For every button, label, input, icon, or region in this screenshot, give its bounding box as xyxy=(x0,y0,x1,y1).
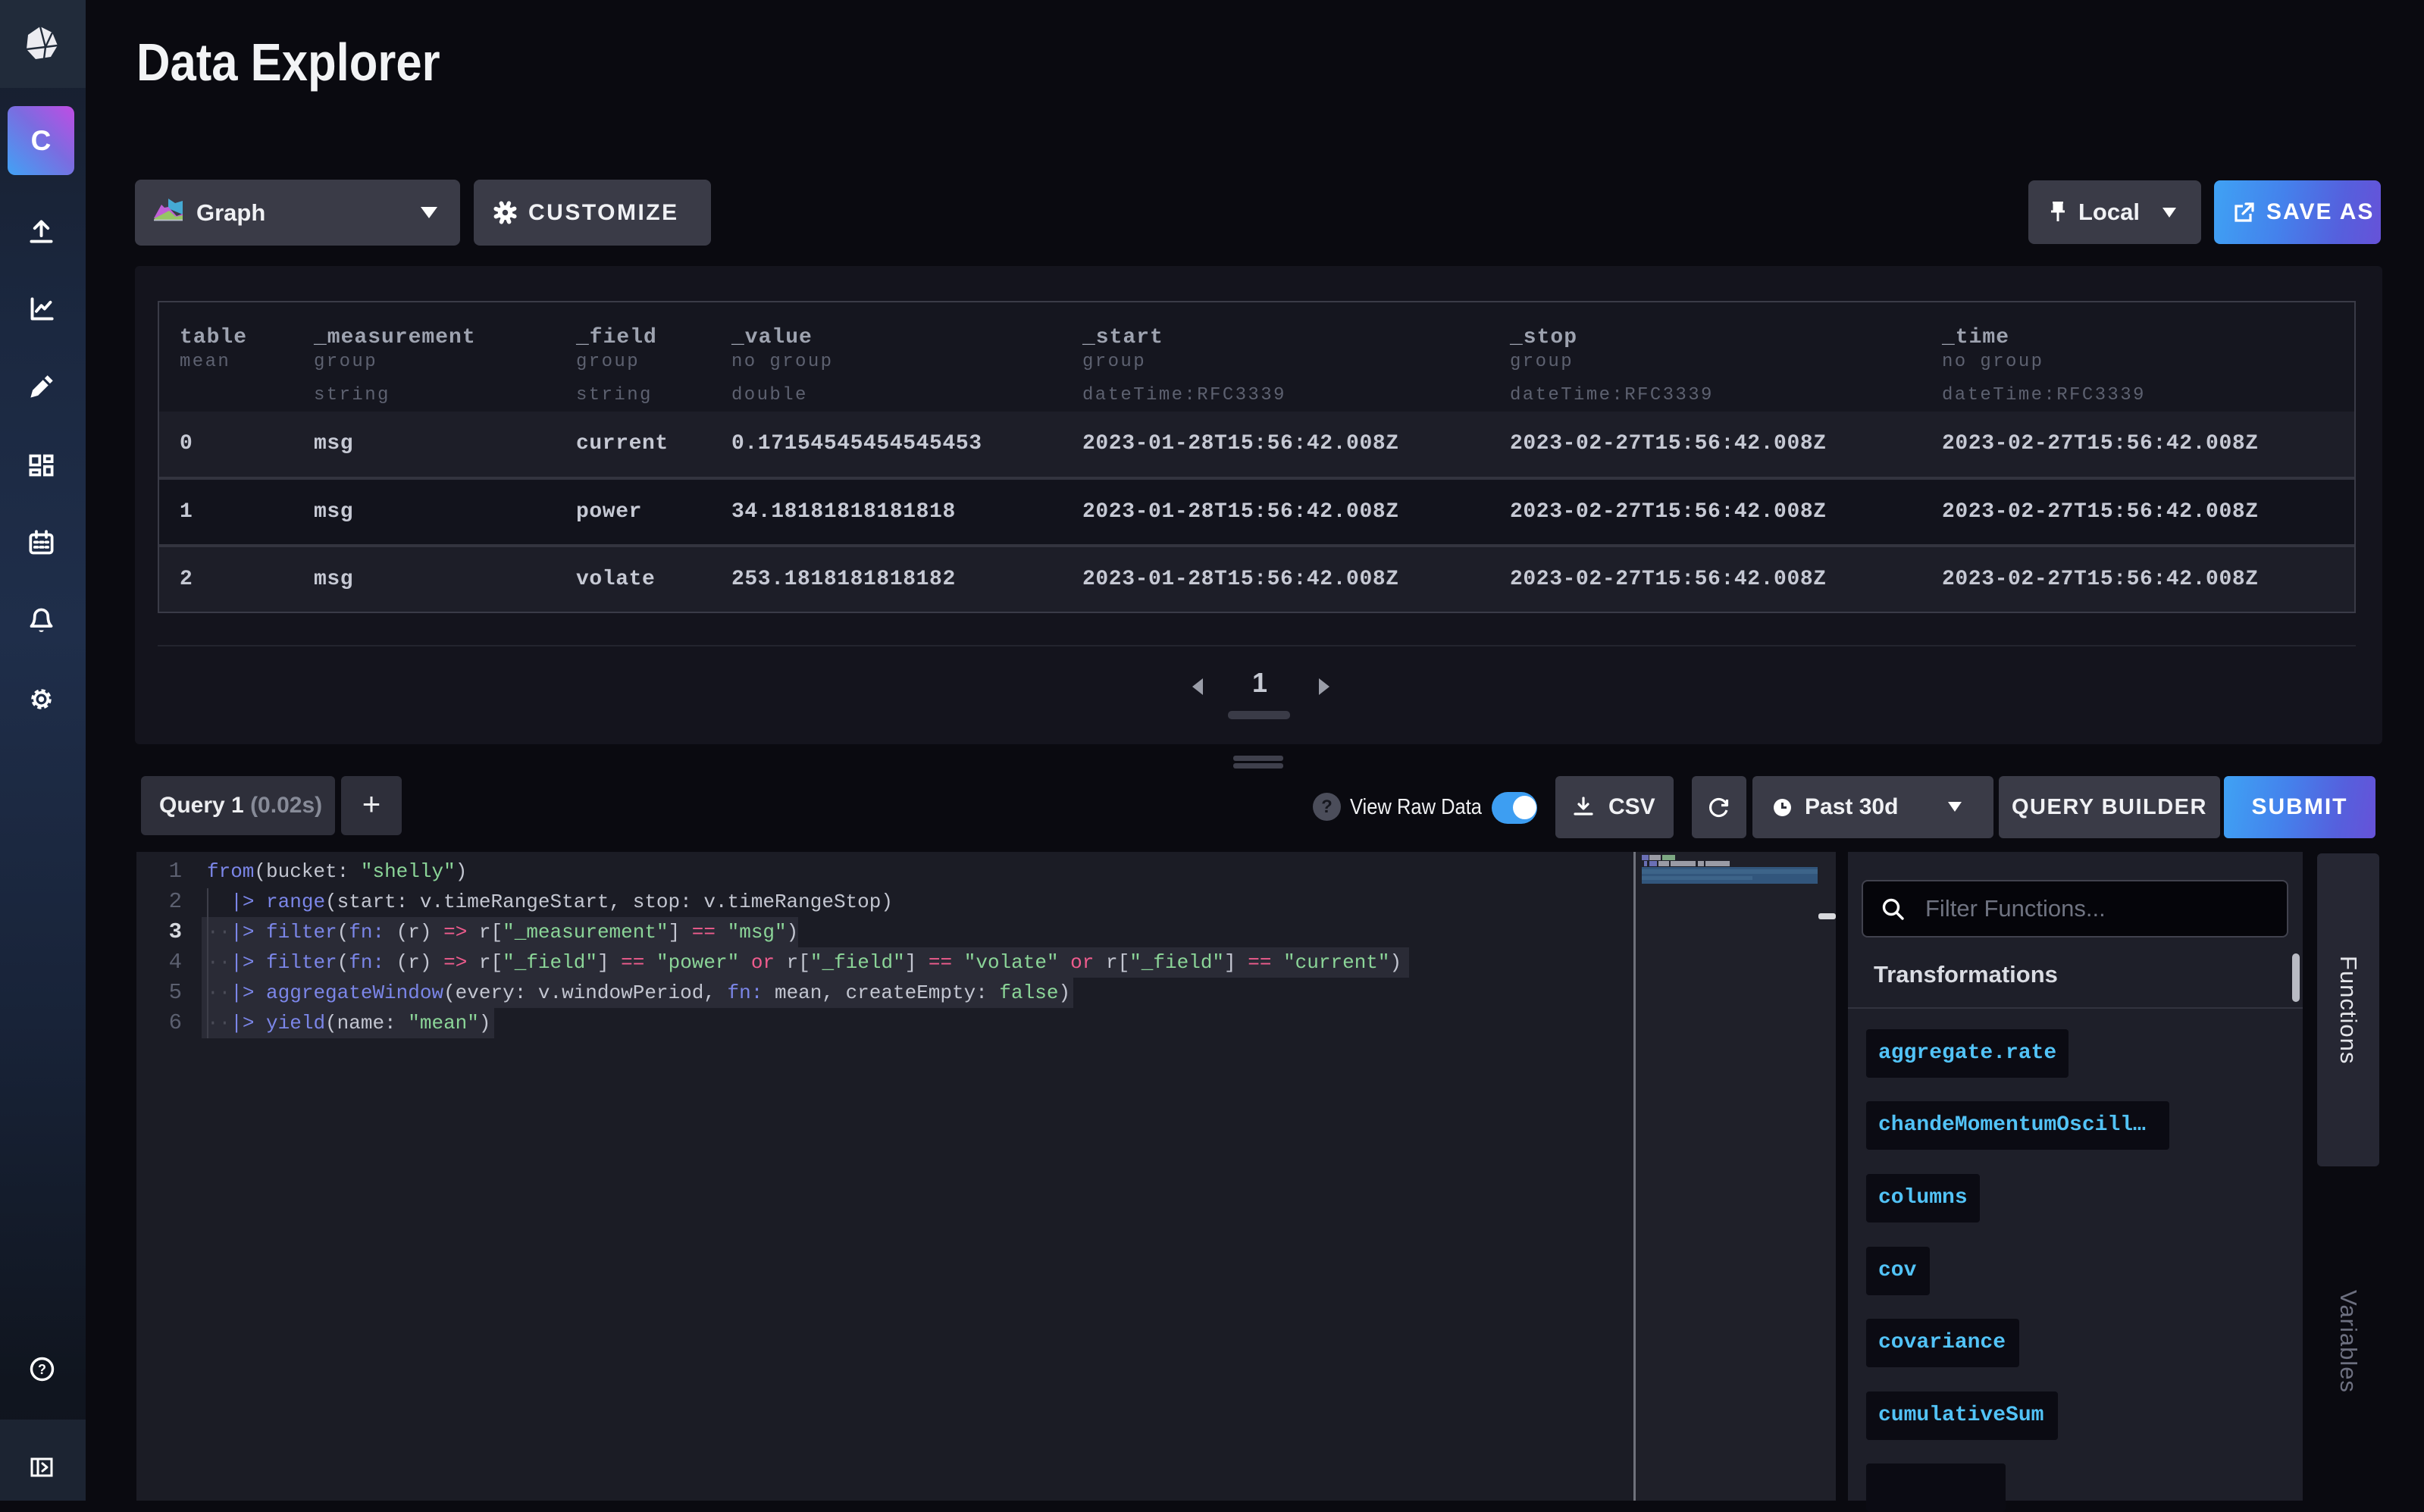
svg-text:?: ? xyxy=(38,1362,46,1377)
